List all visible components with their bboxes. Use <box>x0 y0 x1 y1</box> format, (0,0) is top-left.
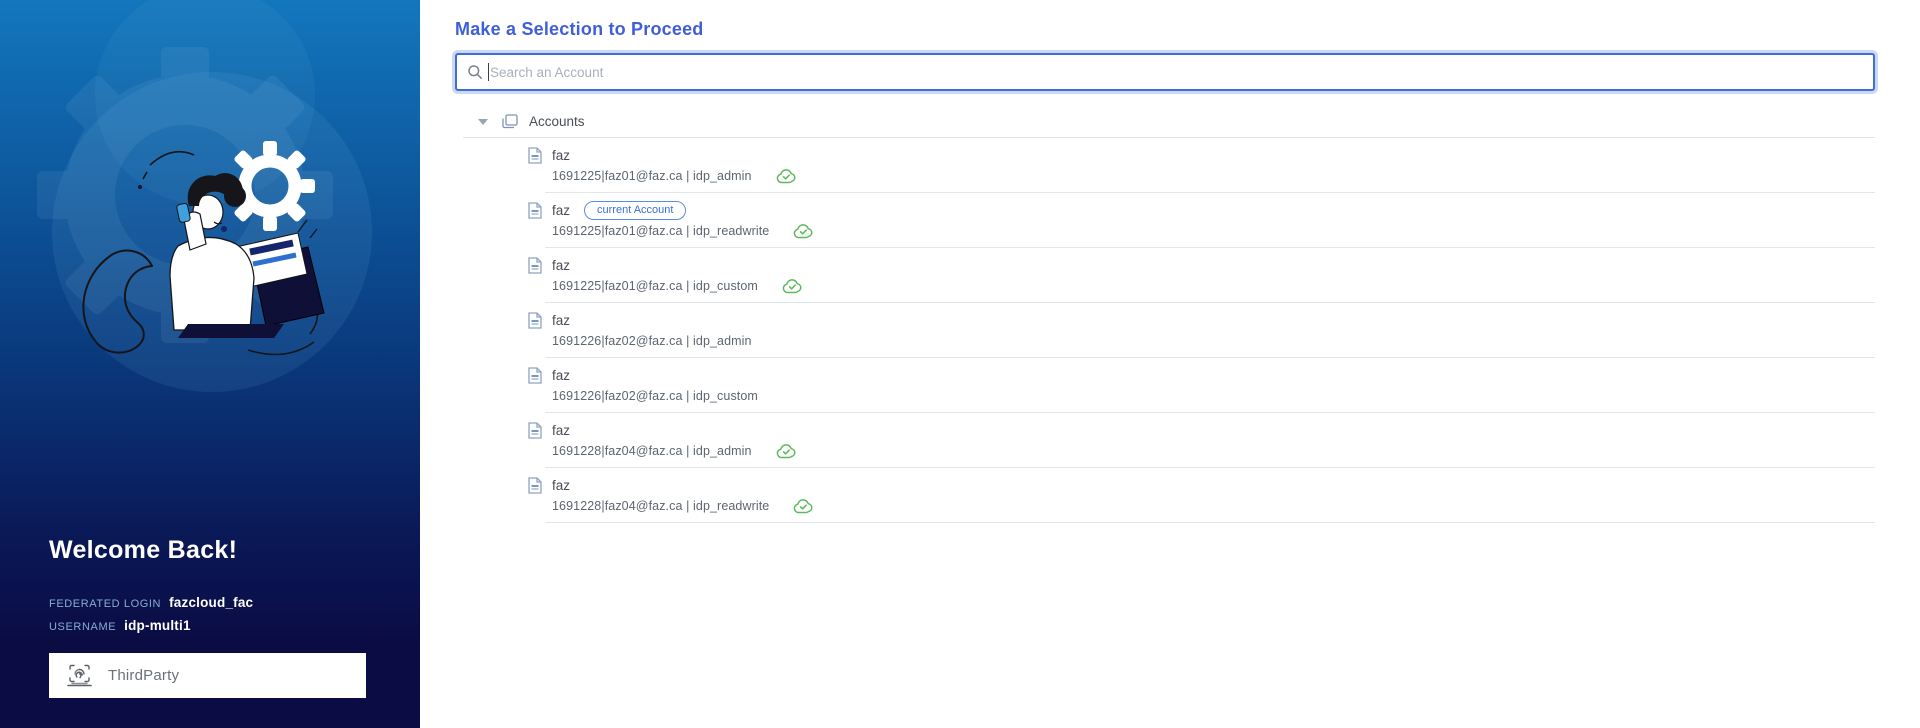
federated-login-row: FEDERATED LOGIN fazcloud_fac <box>49 592 253 615</box>
federated-login-label: FEDERATED LOGIN <box>49 598 162 610</box>
cloud-synced-icon <box>782 278 803 294</box>
account-detail: 1691228|faz04@faz.ca | idp_admin <box>552 444 752 458</box>
account-row[interactable]: faz 1691226|faz02@faz.ca | idp_admin <box>455 303 1875 358</box>
account-name: faz <box>552 422 571 438</box>
cloud-synced-icon <box>793 498 814 514</box>
account-row[interactable]: faz 1691225|faz01@faz.ca | idp_custom <box>455 248 1875 303</box>
account-name: faz <box>552 257 571 273</box>
account-detail: 1691226|faz02@faz.ca | idp_custom <box>552 389 758 403</box>
text-cursor <box>488 63 489 81</box>
third-party-login-button[interactable]: ThirdParty <box>49 653 366 698</box>
account-detail: 1691225|faz01@faz.ca | idp_readwrite <box>552 224 770 238</box>
account-row[interactable]: faz 1691228|faz04@faz.ca | idp_admin <box>455 413 1875 468</box>
fingerprint-scanner-icon <box>66 664 93 688</box>
chevron-down-icon[interactable] <box>478 118 488 125</box>
page-title: Make a Selection to Proceed <box>455 19 704 39</box>
account-text: faz 1691225|faz01@faz.ca | idp_admin <box>552 145 797 186</box>
account-detail: 1691225|faz01@faz.ca | idp_custom <box>552 279 758 293</box>
document-icon <box>528 312 542 329</box>
account-selection-page: Welcome Back! FEDERATED LOGIN fazcloud_f… <box>0 0 1920 728</box>
cloud-synced-icon <box>793 223 814 239</box>
account-text: faz 1691228|faz04@faz.ca | idp_admin <box>552 420 797 461</box>
account-row[interactable]: faz current Account 1691225|faz01@faz.ca… <box>455 193 1875 248</box>
account-search-box <box>455 53 1875 91</box>
main-panel: Make a Selection to Proceed Search an Ac… <box>420 0 1920 728</box>
account-text: faz 1691226|faz02@faz.ca | idp_admin <box>552 310 752 351</box>
account-name: faz <box>552 312 571 328</box>
account-text: faz 1691225|faz01@faz.ca | idp_custom <box>552 255 803 296</box>
cloud-synced-icon <box>776 168 797 184</box>
username-row: USERNAME idp-multi1 <box>49 615 253 638</box>
document-icon <box>528 477 542 494</box>
sidebar: Welcome Back! FEDERATED LOGIN fazcloud_f… <box>0 0 420 728</box>
document-icon <box>528 147 542 164</box>
cloud-synced-icon <box>776 443 797 459</box>
account-list: faz 1691225|faz01@faz.ca | idp_admin faz… <box>455 138 1875 523</box>
tree-root-label: Accounts <box>529 114 585 129</box>
document-icon <box>528 422 542 439</box>
account-text: faz 1691226|faz02@faz.ca | idp_custom <box>552 365 758 406</box>
username-label: USERNAME <box>49 621 117 633</box>
account-name: faz <box>552 202 571 218</box>
accounts-tree: Accounts faz 1691225|faz01@faz.ca | idp_… <box>455 105 1875 523</box>
account-row[interactable]: faz 1691228|faz04@faz.ca | idp_readwrite <box>455 468 1875 523</box>
search-icon <box>467 64 483 80</box>
support-agent-illustration <box>37 0 372 392</box>
username-value: idp-multi1 <box>124 618 191 633</box>
federated-login-value: fazcloud_fac <box>169 595 254 610</box>
account-name: faz <box>552 147 571 163</box>
account-detail: 1691225|faz01@faz.ca | idp_admin <box>552 169 752 183</box>
tree-node-accounts[interactable]: Accounts <box>455 105 1875 138</box>
account-detail: 1691228|faz04@faz.ca | idp_readwrite <box>552 499 770 513</box>
document-icon <box>528 202 542 219</box>
account-text: faz current Account 1691225|faz01@faz.ca… <box>552 200 814 241</box>
welcome-title: Welcome Back! <box>49 536 238 564</box>
account-detail: 1691226|faz02@faz.ca | idp_admin <box>552 334 752 348</box>
document-icon <box>528 367 542 384</box>
account-row[interactable]: faz 1691226|faz02@faz.ca | idp_custom <box>455 358 1875 413</box>
third-party-button-label: ThirdParty <box>108 667 180 684</box>
account-text: faz 1691228|faz04@faz.ca | idp_readwrite <box>552 475 814 516</box>
search-input[interactable] <box>490 64 1863 80</box>
account-row[interactable]: faz 1691225|faz01@faz.ca | idp_admin <box>455 138 1875 193</box>
account-name: faz <box>552 477 571 493</box>
document-icon <box>528 257 542 274</box>
accounts-collection-icon <box>502 114 518 129</box>
account-name: faz <box>552 367 571 383</box>
identity-block: FEDERATED LOGIN fazcloud_fac USERNAME id… <box>49 592 253 638</box>
current-account-badge: current Account <box>584 200 687 220</box>
